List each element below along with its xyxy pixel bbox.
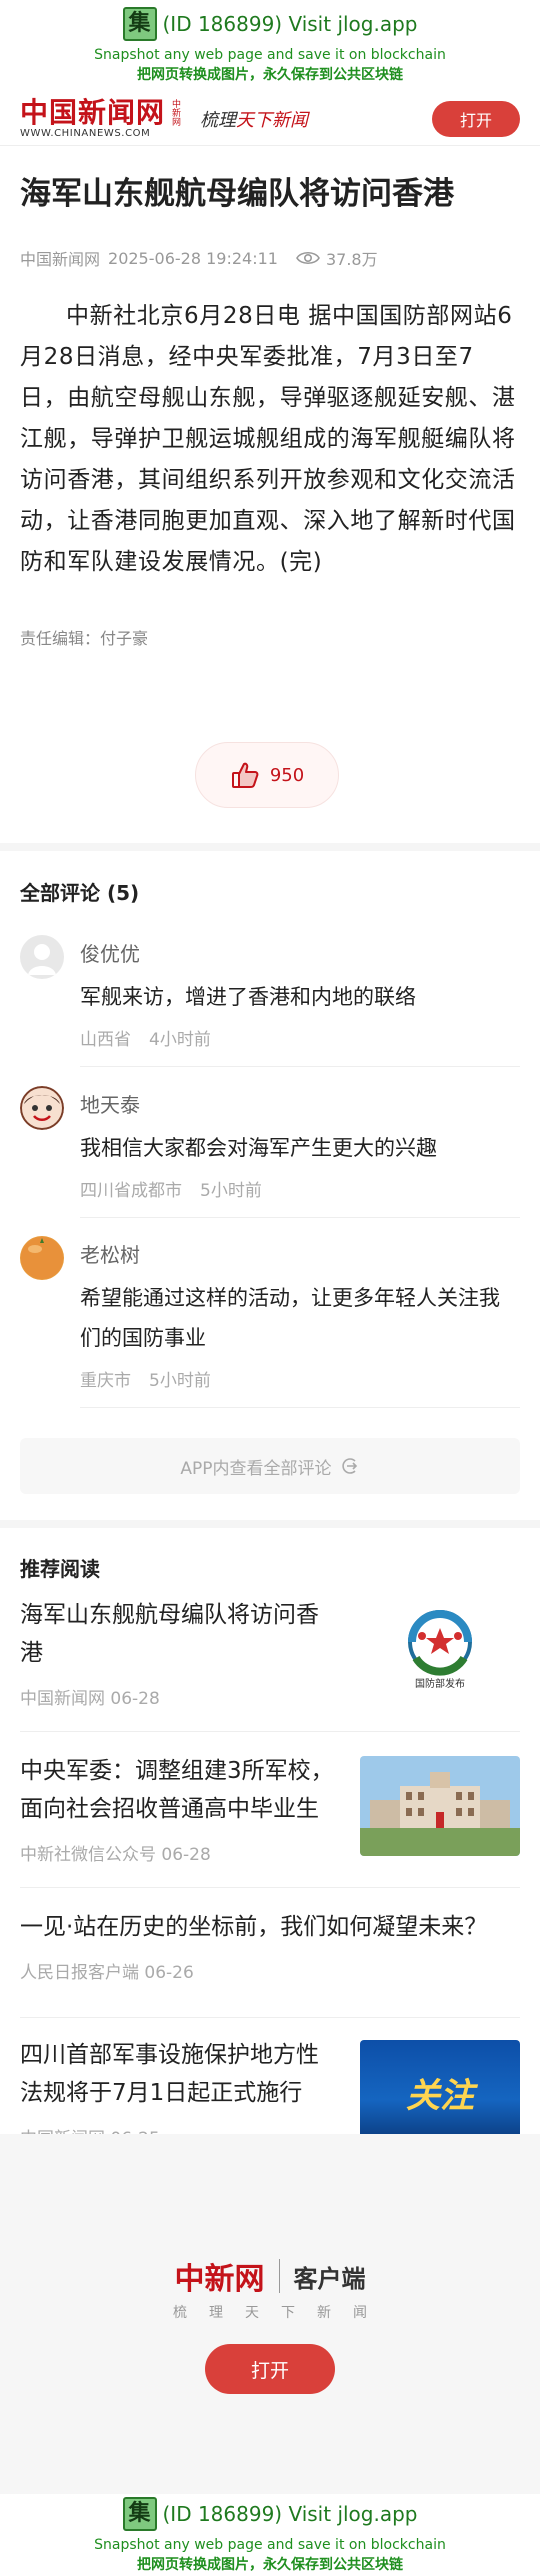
comment-location: 四川省成都市 <box>80 1181 182 1201</box>
article-time: 2025-06-28 19:24:11 <box>108 248 278 268</box>
jlog-logo-icon: 集 <box>122 7 157 41</box>
article: 海军山东舰航母编队将访问香港 中国新闻网 2025-06-28 19:24:11… <box>20 172 520 649</box>
avatar[interactable] <box>20 1086 64 1130</box>
jlog-banner-bottom[interactable]: 集 (ID 186899) Visit jlog.app Snapshot an… <box>0 2494 540 2576</box>
logo-english: WWW.CHINANEWS.COM <box>20 128 151 139</box>
comment-meta: 四川省成都市 5小时前 <box>80 1176 520 1201</box>
slogan: 梳理天下新闻 <box>200 106 308 132</box>
avatar-orange-icon <box>21 1237 63 1279</box>
recommended-headline[interactable]: 一见·站在历史的坐标前，我们如何凝望未来？ <box>20 1908 520 1946</box>
recommended-thumbnail[interactable] <box>360 1756 520 1856</box>
comment-text: 我相信大家都会对海军产生更大的兴趣 <box>80 1136 437 1160</box>
avatar[interactable] <box>20 1236 64 1280</box>
campus-photo-icon <box>360 1756 520 1856</box>
jlog-subtitle-cn: 把网页转换成图片，永久保存到公共区块链 <box>137 2557 403 2573</box>
recommended-item[interactable]: 四川首部军事设施保护地方性法规将于7月1日起正式施行 中国新闻网 06-25 关… <box>20 2036 520 2149</box>
recommended-headline[interactable]: 中央军委：调整组建3所军校，面向社会招收普通高中毕业生 <box>20 1752 340 1828</box>
comment-time: 4小时前 <box>149 1030 211 1050</box>
comment-author[interactable]: 地天泰 <box>80 1086 520 1118</box>
section-divider <box>0 843 540 851</box>
comment-time: 5小时前 <box>200 1181 262 1201</box>
comment-item: 老松树 希望能通过这样的活动，让更多年轻人关注我们的国防事业 重庆市 5小时前 <box>20 1236 520 1408</box>
default-avatar-icon <box>28 944 56 975</box>
view-all-comments-label: APP内查看全部评论 <box>180 1458 332 1479</box>
comment-author[interactable]: 俊优优 <box>80 935 520 967</box>
app-promo-footer: 中新网 客户端 梳理天下新闻 打开 <box>0 2134 540 2494</box>
recommended-meta: 中国新闻网 06-28 <box>20 1689 160 1709</box>
section-divider <box>0 1520 540 1528</box>
article-body: 中新社北京6月28日电 据中国国防部网站6月28日消息，经中央军委批准，7月3日… <box>20 303 516 575</box>
comment-item: 俊优优 军舰来访，增进了香港和内地的联络 山西省 4小时前 <box>20 935 520 1067</box>
recommended-thumbnail[interactable]: 国防部发布 <box>360 1600 520 1700</box>
comment-meta: 重庆市 5小时前 <box>80 1366 520 1391</box>
chinanews-logo[interactable]: 中国新闻网 WWW.CHINANEWS.COM <box>20 96 166 140</box>
article-title: 海军山东舰航母编队将访问香港 <box>20 176 454 212</box>
jlog-title[interactable]: (ID 186899) Visit jlog.app <box>163 2502 418 2526</box>
like-button[interactable]: 950 <box>195 742 339 808</box>
thumbnail-caption: 关注 <box>406 2076 474 2116</box>
jlog-banner-top[interactable]: 集 (ID 186899) Visit jlog.app Snapshot an… <box>0 0 540 92</box>
recommended-item[interactable]: 中央军委：调整组建3所军校，面向社会招收普通高中毕业生 中新社微信公众号 06-… <box>20 1752 520 1888</box>
slogan-part-1: 梳理 <box>200 109 237 131</box>
recommended-meta: 人民日报客户端 06-26 <box>20 1963 194 1983</box>
recommended-thumbnail[interactable]: 关注 <box>360 2040 520 2140</box>
app-promo-logo-cn: 中新网 <box>174 2262 265 2297</box>
jlog-title[interactable]: (ID 186899) Visit jlog.app <box>163 12 418 36</box>
jlog-subtitle-en: Snapshot any web page and save it on blo… <box>94 47 446 63</box>
view-all-comments-button[interactable]: APP内查看全部评论 <box>20 1438 520 1494</box>
app-promo-client: 客户端 <box>293 2264 366 2293</box>
logo-separator <box>278 2259 280 2293</box>
article-meta: 中国新闻网 2025-06-28 19:24:11 37.8万 <box>20 246 520 270</box>
slogan-part-2: 天下新闻 <box>236 109 309 131</box>
recommended-meta: 中新社微信公众号 06-28 <box>20 1845 211 1865</box>
comment-text: 军舰来访，增进了香港和内地的联络 <box>80 985 416 1009</box>
comment-text: 希望能通过这样的活动，让更多年轻人关注我们的国防事业 <box>80 1286 500 1350</box>
comments-title: 全部评论 (5) <box>20 881 140 905</box>
recommended-headline[interactable]: 四川首部军事设施保护地方性法规将于7月1日起正式施行 <box>20 2036 340 2112</box>
article-source: 中国新闻网 <box>20 250 101 269</box>
recommended-title: 推荐阅读 <box>20 1557 100 1581</box>
arrow-circle-icon <box>341 1458 357 1474</box>
comment-meta: 山西省 4小时前 <box>80 1025 520 1050</box>
app-promo-logo: 中新网 客户端 <box>0 2254 540 2298</box>
article-views: 37.8万 <box>325 250 378 269</box>
article-editor: 责任编辑：付子豪 <box>20 629 149 648</box>
thumbnail-caption: 国防部发布 <box>415 1679 465 1690</box>
eye-icon <box>296 251 320 265</box>
comment-location: 重庆市 <box>80 1371 131 1391</box>
thumbs-up-icon <box>231 762 259 788</box>
avatar-cartoon-icon <box>20 1086 64 1130</box>
avatar[interactable] <box>20 935 64 979</box>
like-count: 950 <box>269 764 305 786</box>
comment-location: 山西省 <box>80 1030 131 1050</box>
recommended-item[interactable]: 海军山东舰航母编队将访问香港 中国新闻网 06-28 国防部发布 <box>20 1596 520 1732</box>
jlog-logo-icon: 集 <box>122 2497 157 2531</box>
jlog-subtitle-cn: 把网页转换成图片，永久保存到公共区块链 <box>137 67 403 83</box>
open-app-button[interactable]: 打开 <box>432 100 520 137</box>
recommended-headline[interactable]: 海军山东舰航母编队将访问香港 <box>20 1596 340 1672</box>
logo-side-text: 中新网 <box>170 99 181 126</box>
site-header: 中国新闻网 WWW.CHINANEWS.COM 中新网 梳理天下新闻 打开 <box>0 92 540 146</box>
app-promo-tagline: 梳理天下新闻 <box>173 2305 389 2321</box>
logo-chinese: 中国新闻网 <box>20 96 166 129</box>
jlog-subtitle-en: Snapshot any web page and save it on blo… <box>94 2537 446 2553</box>
recommended-item[interactable]: 一见·站在历史的坐标前，我们如何凝望未来？ 人民日报客户端 06-26 <box>20 1908 520 2018</box>
comment-item: 地天泰 我相信大家都会对海军产生更大的兴趣 四川省成都市 5小时前 <box>20 1086 520 1218</box>
open-app-button-footer[interactable]: 打开 <box>205 2344 335 2394</box>
comment-author[interactable]: 老松树 <box>80 1236 520 1268</box>
comment-time: 5小时前 <box>149 1371 211 1391</box>
